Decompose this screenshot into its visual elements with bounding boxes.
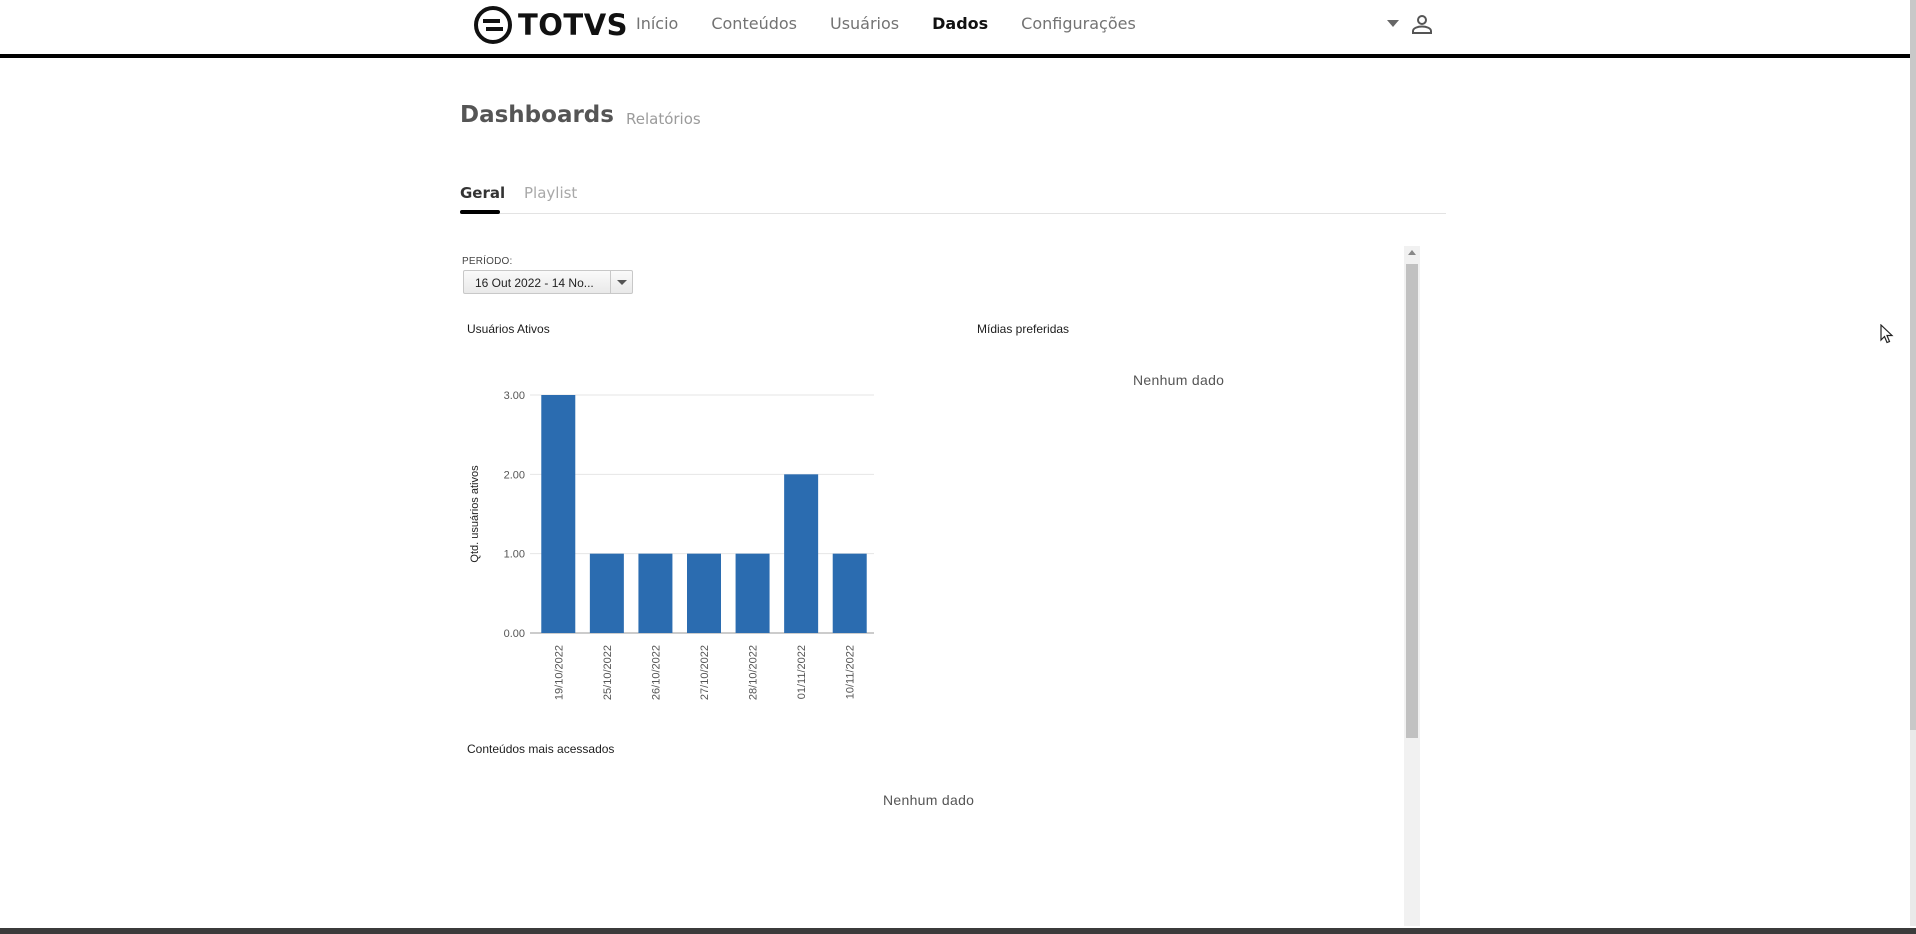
bar bbox=[784, 474, 819, 633]
dashboard-tabs: Geral Playlist bbox=[460, 182, 1446, 214]
period-label: PERÍODO: bbox=[462, 256, 513, 267]
top-content-title: Conteúdos mais acessados bbox=[467, 742, 615, 756]
x-tick-label: 25/10/2022 bbox=[602, 645, 614, 700]
active-users-chart: 0.00 1.00 2.00 3.00 Qtd. usuários ativos 19/1… bbox=[469, 390, 874, 700]
tab-relatorios[interactable]: Relatórios bbox=[626, 110, 701, 128]
chevron-down-icon bbox=[617, 280, 627, 285]
y-tick-label: 3.00 bbox=[504, 390, 525, 402]
x-tick-label: 01/11/2022 bbox=[796, 645, 808, 699]
x-tick-label: 26/10/2022 bbox=[650, 645, 662, 700]
select-divider bbox=[610, 271, 611, 293]
period-select[interactable]: 16 Out 2022 - 14 No... bbox=[463, 270, 633, 294]
y-tick-label: 1.00 bbox=[504, 549, 525, 561]
brand-name: TOTVS bbox=[518, 8, 629, 42]
x-tick-label: 19/10/2022 bbox=[553, 645, 565, 700]
nav-item-inicio[interactable]: Início bbox=[636, 14, 678, 33]
bar bbox=[687, 553, 721, 633]
brand-logo[interactable]: TOTVS bbox=[474, 6, 628, 44]
mouse-cursor-icon bbox=[1880, 324, 1894, 344]
nav-item-conteudos[interactable]: Conteúdos bbox=[711, 14, 797, 33]
top-content-empty: Nenhum dado bbox=[883, 792, 975, 808]
active-tab-indicator bbox=[460, 210, 500, 214]
dashboard-panel: PERÍODO: 16 Out 2022 - 14 No... Usuários… bbox=[460, 246, 1422, 926]
tab-geral[interactable]: Geral bbox=[460, 184, 505, 202]
preferred-media-empty: Nenhum dado bbox=[1133, 372, 1225, 388]
y-tick-label: 0.00 bbox=[504, 628, 525, 640]
scroll-up-arrow-icon[interactable] bbox=[1408, 250, 1416, 255]
top-navigation-bar: TOTVS Início Conteúdos Usuários Dados Co… bbox=[0, 0, 1910, 58]
page-title: Dashboards bbox=[460, 102, 614, 128]
scrollbar-thumb[interactable] bbox=[1406, 264, 1418, 738]
x-tick-label: 10/11/2022 bbox=[845, 645, 857, 699]
y-axis-title: Qtd. usuários ativos bbox=[469, 465, 481, 563]
page-scrollbar-thumb[interactable] bbox=[1910, 0, 1916, 730]
totvs-logo-icon bbox=[474, 6, 512, 44]
x-tick-label: 27/10/2022 bbox=[699, 645, 711, 700]
nav-item-dados[interactable]: Dados bbox=[932, 14, 988, 33]
bar bbox=[589, 553, 624, 633]
bottom-strip bbox=[0, 928, 1916, 934]
bar bbox=[541, 395, 576, 633]
user-icon[interactable] bbox=[1410, 12, 1434, 36]
x-tick-label: 28/10/2022 bbox=[748, 645, 760, 700]
page-scrollbar[interactable] bbox=[1910, 0, 1916, 926]
nav-item-configuracoes[interactable]: Configurações bbox=[1021, 14, 1136, 33]
active-users-title: Usuários Ativos bbox=[467, 322, 550, 336]
bar bbox=[735, 553, 770, 633]
period-value: 16 Out 2022 - 14 No... bbox=[475, 276, 594, 290]
preferred-media-title: Mídias preferidas bbox=[977, 322, 1070, 336]
panel-scrollbar[interactable] bbox=[1404, 246, 1420, 926]
bar bbox=[638, 553, 673, 633]
main-nav: Início Conteúdos Usuários Dados Configur… bbox=[636, 14, 1169, 33]
nav-item-usuarios[interactable]: Usuários bbox=[830, 14, 899, 33]
tab-playlist[interactable]: Playlist bbox=[524, 184, 577, 202]
chevron-down-icon[interactable] bbox=[1387, 20, 1399, 27]
y-tick-label: 2.00 bbox=[504, 469, 525, 481]
bar bbox=[832, 553, 867, 633]
